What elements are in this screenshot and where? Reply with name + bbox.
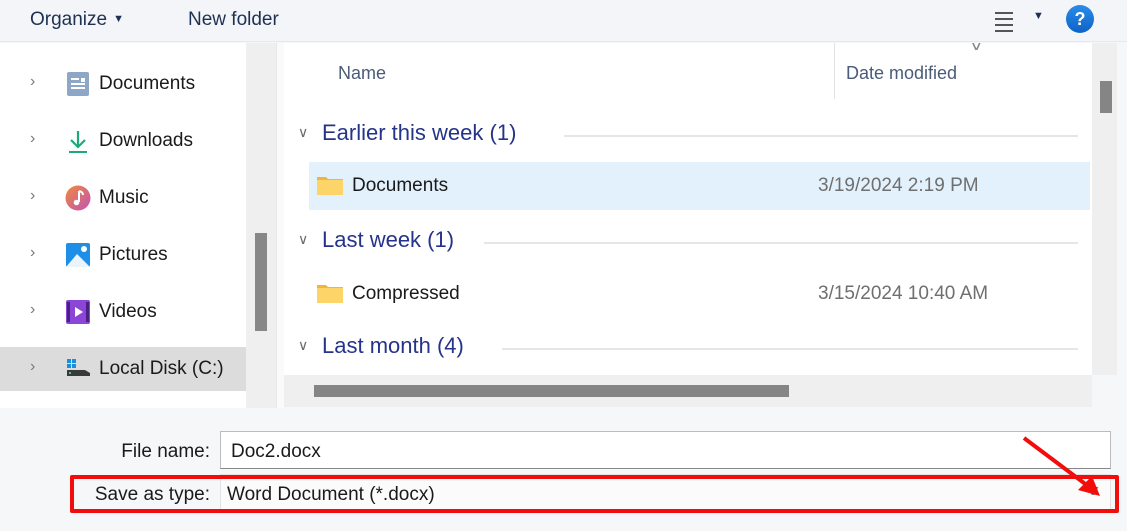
help-button[interactable]: ?: [1066, 5, 1094, 33]
local-disk-icon: [67, 359, 90, 376]
nav-item-videos[interactable]: › Videos: [0, 290, 246, 334]
column-separator[interactable]: [834, 43, 835, 99]
videos-icon: [66, 300, 90, 324]
save-as-type-label: Save as type:: [94, 484, 210, 505]
nav-item-pictures[interactable]: › Pictures: [0, 233, 246, 277]
documents-icon: [67, 72, 89, 96]
file-list-vertical-scrollbar[interactable]: [1092, 43, 1117, 375]
music-icon: [65, 185, 91, 211]
organize-button[interactable]: Organize ▼: [30, 9, 124, 31]
file-row[interactable]: Documents 3/19/2024 2:19 PM: [309, 162, 1090, 210]
caret-down-icon: ▼: [113, 13, 124, 25]
list-view-icon: [995, 12, 1013, 14]
nav-item-downloads[interactable]: › Downloads: [0, 119, 246, 163]
file-row[interactable]: Compressed 3/15/2024 10:40 AM: [309, 270, 1090, 318]
file-name: Compressed: [352, 283, 460, 304]
navigation-pane: › Documents › Downloads › Music › Pictur…: [0, 43, 246, 408]
pictures-icon: [66, 243, 90, 267]
nav-label: Local Disk (C:): [99, 358, 224, 379]
expand-chevron-icon[interactable]: ›: [30, 187, 35, 205]
collapse-chevron-icon: ∨: [298, 231, 309, 247]
nav-label: Pictures: [99, 244, 168, 265]
nav-scrollbar[interactable]: [246, 43, 276, 408]
organize-label: Organize: [30, 9, 108, 30]
group-divider: [502, 348, 1078, 350]
list-view-icon-line: [995, 18, 1013, 20]
expand-chevron-icon[interactable]: ›: [30, 244, 35, 262]
sort-chevron-icon: ∨: [969, 39, 983, 53]
column-header-name[interactable]: Name: [338, 63, 386, 84]
folder-icon: [317, 285, 343, 303]
file-date: 3/19/2024 2:19 PM: [818, 175, 979, 196]
nav-label: Videos: [99, 301, 157, 322]
file-name-input[interactable]: Doc2.docx ∨: [220, 431, 1111, 469]
expand-chevron-icon[interactable]: ›: [30, 73, 35, 91]
vertical-scrollbar-thumb[interactable]: [1100, 81, 1112, 113]
view-options-button[interactable]: [990, 8, 1020, 34]
group-divider: [484, 242, 1078, 244]
expand-chevron-icon[interactable]: ›: [30, 301, 35, 319]
view-caret-icon[interactable]: ▼: [1033, 10, 1044, 22]
downloads-icon: [69, 131, 87, 153]
file-date: 3/15/2024 10:40 AM: [818, 283, 989, 304]
save-as-type-dropdown[interactable]: Word Document (*.docx) ∨: [220, 474, 1111, 512]
file-list-horizontal-scrollbar[interactable]: [284, 375, 1092, 407]
group-header-last-month[interactable]: ∨ Last month (4): [284, 328, 1092, 368]
group-label: Earlier this week (1): [322, 120, 517, 145]
collapse-chevron-icon: ∨: [298, 124, 309, 140]
expand-chevron-icon[interactable]: ›: [30, 130, 35, 148]
new-folder-button[interactable]: New folder: [188, 9, 279, 31]
file-name: Documents: [352, 175, 449, 196]
collapse-chevron-icon: ∨: [298, 337, 309, 353]
group-divider: [564, 135, 1078, 137]
group-header-earlier-this-week[interactable]: ∨ Earlier this week (1): [284, 115, 1092, 155]
nav-item-local-disk[interactable]: › Local Disk (C:): [0, 347, 246, 391]
save-as-type-value: Word Document (*.docx): [227, 484, 435, 505]
save-as-type-chevron-icon[interactable]: ∨: [1085, 482, 1101, 499]
group-label: Last month (4): [322, 333, 464, 358]
folder-icon: [317, 177, 343, 195]
nav-scrollbar-thumb[interactable]: [255, 233, 267, 331]
list-view-icon-line: [995, 24, 1013, 26]
pane-splitter[interactable]: [276, 43, 284, 408]
list-view-icon-line: [995, 30, 1013, 32]
nav-item-documents[interactable]: › Documents: [0, 62, 246, 106]
column-header-date-modified[interactable]: Date modified: [846, 63, 957, 84]
file-name-dropdown-chevron-icon[interactable]: ∨: [0, 441, 1127, 464]
nav-label: Music: [99, 187, 149, 208]
expand-chevron-icon[interactable]: ›: [30, 358, 35, 376]
group-label: Last week (1): [322, 227, 455, 252]
nav-item-music[interactable]: › Music: [0, 176, 246, 220]
command-bar: Organize ▼ New folder ▼ ?: [0, 0, 1127, 42]
horizontal-scrollbar-thumb[interactable]: [314, 385, 789, 397]
save-as-dialog: Organize ▼ New folder ▼ ? › Documents ›: [0, 0, 1127, 531]
group-header-last-week[interactable]: ∨ Last week (1): [284, 222, 1092, 262]
nav-label: Downloads: [99, 130, 193, 151]
file-list: Name ∨ Date modified ∨ Earlier this week…: [284, 39, 1092, 375]
nav-label: Documents: [99, 73, 196, 94]
